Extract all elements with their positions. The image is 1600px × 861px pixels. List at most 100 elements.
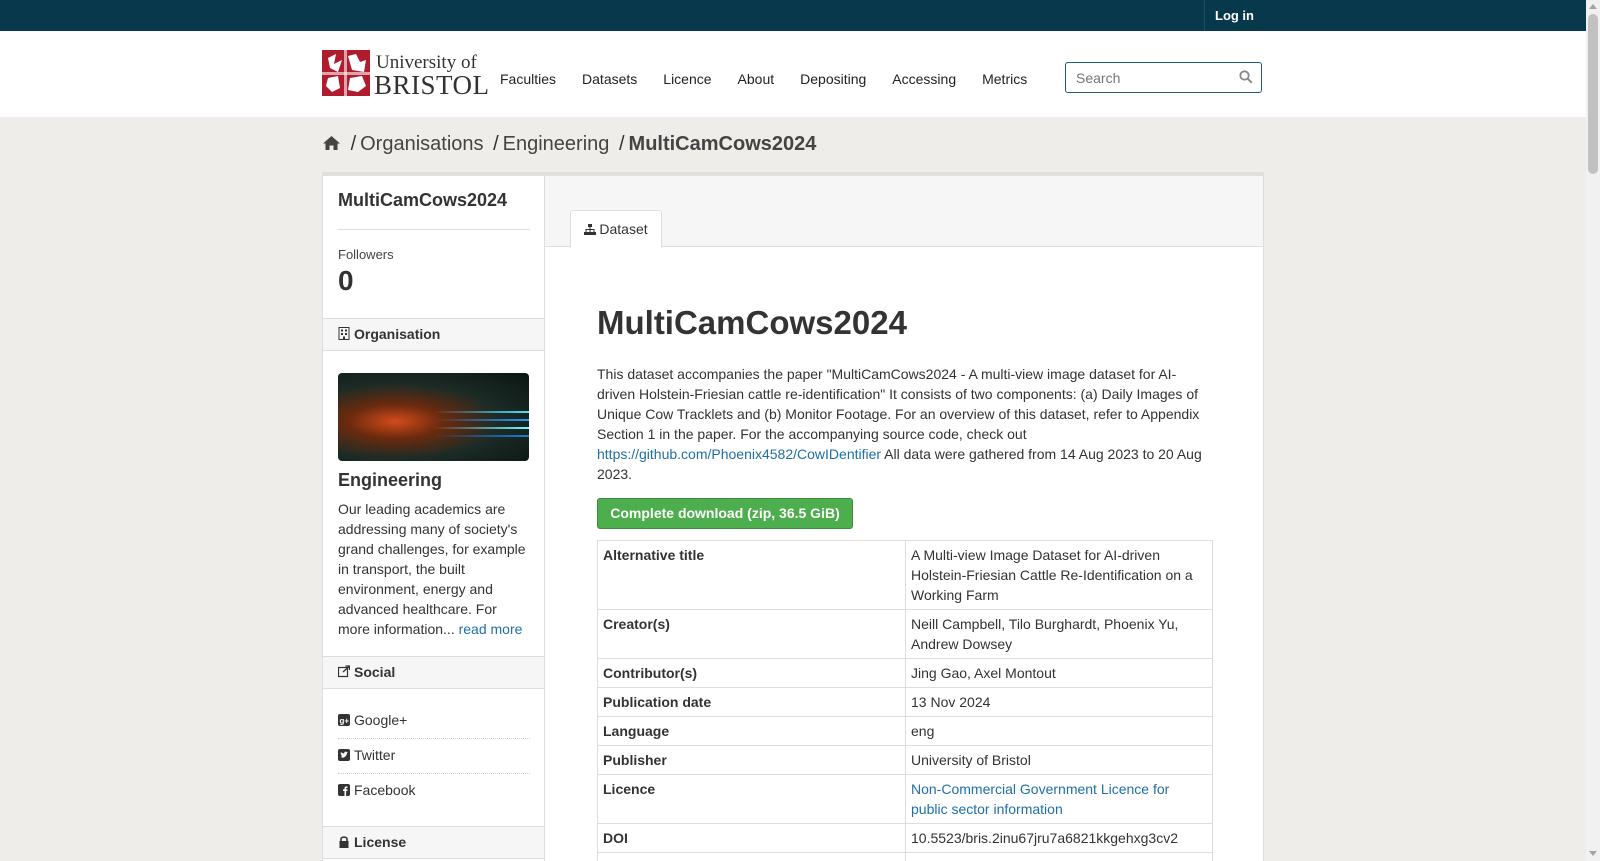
metadata-key: Language xyxy=(597,716,906,746)
metadata-key: DOI xyxy=(597,823,906,853)
logo-line-2: BRISTOL xyxy=(374,70,490,100)
nav-datasets[interactable]: Datasets xyxy=(582,71,637,87)
divider xyxy=(338,738,530,739)
followers-label: Followers xyxy=(338,247,394,262)
share-icon xyxy=(338,665,350,678)
twitter-link[interactable]: Twitter xyxy=(338,747,395,763)
metadata-key: Creator(s) xyxy=(597,609,906,659)
license-heading: License xyxy=(323,826,544,859)
social-heading-label: Social xyxy=(354,664,396,680)
twitter-icon xyxy=(338,749,350,761)
login-link[interactable]: Log in xyxy=(1204,0,1264,31)
tab-bar: Dataset xyxy=(545,176,1263,248)
tab-dataset-label: Dataset xyxy=(599,221,648,237)
metadata-row: DOI 10.5523/bris.2inu67jru7a6821kkgehxg3c… xyxy=(597,823,1213,853)
organisation-heading: Organisation xyxy=(323,318,544,351)
tab-dataset[interactable]: Dataset xyxy=(570,210,662,248)
nav-about[interactable]: About xyxy=(738,71,775,87)
sitemap-icon xyxy=(584,224,597,235)
dataset-content: Dataset MultiCamCows2024 This dataset ac… xyxy=(545,176,1263,861)
metadata-row: Licence Non-Commercial Government Licence… xyxy=(597,774,1213,824)
sidebar: MultiCamCows2024 Followers 0 Organisatio… xyxy=(323,176,545,861)
main-nav: Faculties Datasets Licence About Deposit… xyxy=(500,71,1053,87)
divider xyxy=(338,229,530,230)
metadata-row: Creator(s) Neill Campbell, Tilo Burghardt… xyxy=(597,609,1213,659)
scroll-down-arrow-icon[interactable] xyxy=(1589,851,1597,856)
organisation-description-text: Our leading academics are addressing man… xyxy=(338,501,526,637)
metadata-value: 13 Nov 2024 xyxy=(905,687,1213,717)
breadcrumb: / Organisations / Engineering / MultiCamCow… xyxy=(322,133,816,156)
facebook-icon xyxy=(338,784,350,796)
search-icon[interactable] xyxy=(1239,70,1253,84)
nav-licence[interactable]: Licence xyxy=(663,71,711,87)
breadcrumb-organisations[interactable]: Organisations xyxy=(360,133,483,155)
organisation-image[interactable] xyxy=(338,373,529,461)
divider xyxy=(338,773,530,774)
nav-accessing[interactable]: Accessing xyxy=(892,71,956,87)
building-icon xyxy=(338,327,350,340)
metadata-key: Contributor(s) xyxy=(597,658,906,688)
masthead: University of BRISTOL Faculties Datasets… xyxy=(0,31,1586,117)
svg-text:g+: g+ xyxy=(340,717,350,726)
breadcrumb-separator: / xyxy=(350,133,357,155)
metadata-value: Neill Campbell, Tilo Burghardt, Phoenix … xyxy=(905,852,1213,861)
facebook-label: Facebook xyxy=(354,782,416,798)
metadata-value: eng xyxy=(905,716,1213,746)
metadata-row: Language eng xyxy=(597,716,1213,746)
breadcrumb-current[interactable]: MultiCamCows2024 xyxy=(629,133,817,155)
search-input[interactable] xyxy=(1066,63,1226,92)
metadata-row: Alternative title A Multi-view Image Data… xyxy=(597,540,1213,610)
metadata-key: Alternative title xyxy=(597,540,906,610)
scrollbar-thumb[interactable] xyxy=(1588,14,1598,174)
metadata-value: 10.5523/bris.2inu67jru7a6821kkgehxg3cv2 xyxy=(905,823,1213,853)
scroll-up-arrow-icon[interactable] xyxy=(1589,4,1597,9)
organisation-heading-label: Organisation xyxy=(354,326,441,342)
home-icon[interactable] xyxy=(322,133,347,155)
search-box xyxy=(1065,62,1262,93)
metadata-row: Contributor(s) Jing Gao, Axel Montout xyxy=(597,658,1213,688)
nav-metrics[interactable]: Metrics xyxy=(982,71,1027,87)
metadata-value: University of Bristol xyxy=(905,745,1213,775)
metadata-value: Neill Campbell, Tilo Burghardt, Phoenix … xyxy=(905,609,1213,659)
description-text: This dataset accompanies the paper "Mult… xyxy=(597,366,1200,442)
metadata-key: Licence xyxy=(597,774,906,824)
account-bar: Log in xyxy=(0,0,1586,31)
organisation-name: Engineering xyxy=(338,470,443,490)
followers-count: 0 xyxy=(338,265,354,296)
breadcrumb-separator: / xyxy=(618,133,625,155)
metadata-row: CitationNeill Campbell, Tilo Burghardt, … xyxy=(597,852,1213,861)
metadata-value: A Multi-view Image Dataset for AI-driven… xyxy=(905,540,1213,610)
metadata-key: Publisher xyxy=(597,745,906,775)
social-heading: Social xyxy=(323,656,544,689)
metadata-value: Jing Gao, Axel Montout xyxy=(905,658,1213,688)
facebook-link[interactable]: Facebook xyxy=(338,782,415,798)
crest-icon xyxy=(322,50,370,96)
metadata-row: Publisher University of Bristol xyxy=(597,745,1213,775)
main-wrapper: MultiCamCows2024 Followers 0 Organisatio… xyxy=(322,172,1264,861)
organisation-description: Our leading academics are addressing man… xyxy=(338,499,530,639)
licence-link[interactable]: Non-Commercial Government Licence for pu… xyxy=(911,781,1169,817)
metadata-table: Alternative title A Multi-view Image Data… xyxy=(597,540,1213,861)
page-scrollbar[interactable] xyxy=(1586,0,1600,861)
sidebar-title: MultiCamCows2024 xyxy=(338,190,508,210)
breadcrumb-separator: / xyxy=(493,133,499,155)
google-plus-label: Google+ xyxy=(354,712,408,728)
metadata-value: Non-Commercial Government Licence for pu… xyxy=(905,774,1213,824)
dataset-description: This dataset accompanies the paper "Mult… xyxy=(597,364,1213,484)
read-more-link[interactable]: read more xyxy=(459,621,523,637)
dataset-title: MultiCamCows2024 xyxy=(597,304,907,341)
metadata-key: Citation xyxy=(597,852,906,861)
nav-faculties[interactable]: Faculties xyxy=(500,71,556,87)
google-plus-link[interactable]: g+ Google+ xyxy=(338,712,407,728)
license-heading-label: License xyxy=(354,834,407,850)
google-plus-icon: g+ xyxy=(338,714,350,726)
complete-download-button[interactable]: Complete download (zip, 36.5 GiB) xyxy=(597,498,853,529)
lock-icon xyxy=(339,836,349,848)
university-logo[interactable]: University of BRISTOL xyxy=(322,50,489,100)
metadata-key: Publication date xyxy=(597,687,906,717)
source-code-link[interactable]: https://github.com/Phoenix4582/CowIDenti… xyxy=(597,446,881,462)
twitter-label: Twitter xyxy=(354,747,396,763)
breadcrumb-engineering[interactable]: Engineering xyxy=(503,133,610,155)
metadata-row: Publication date 13 Nov 2024 xyxy=(597,687,1213,717)
nav-depositing[interactable]: Depositing xyxy=(800,71,866,87)
